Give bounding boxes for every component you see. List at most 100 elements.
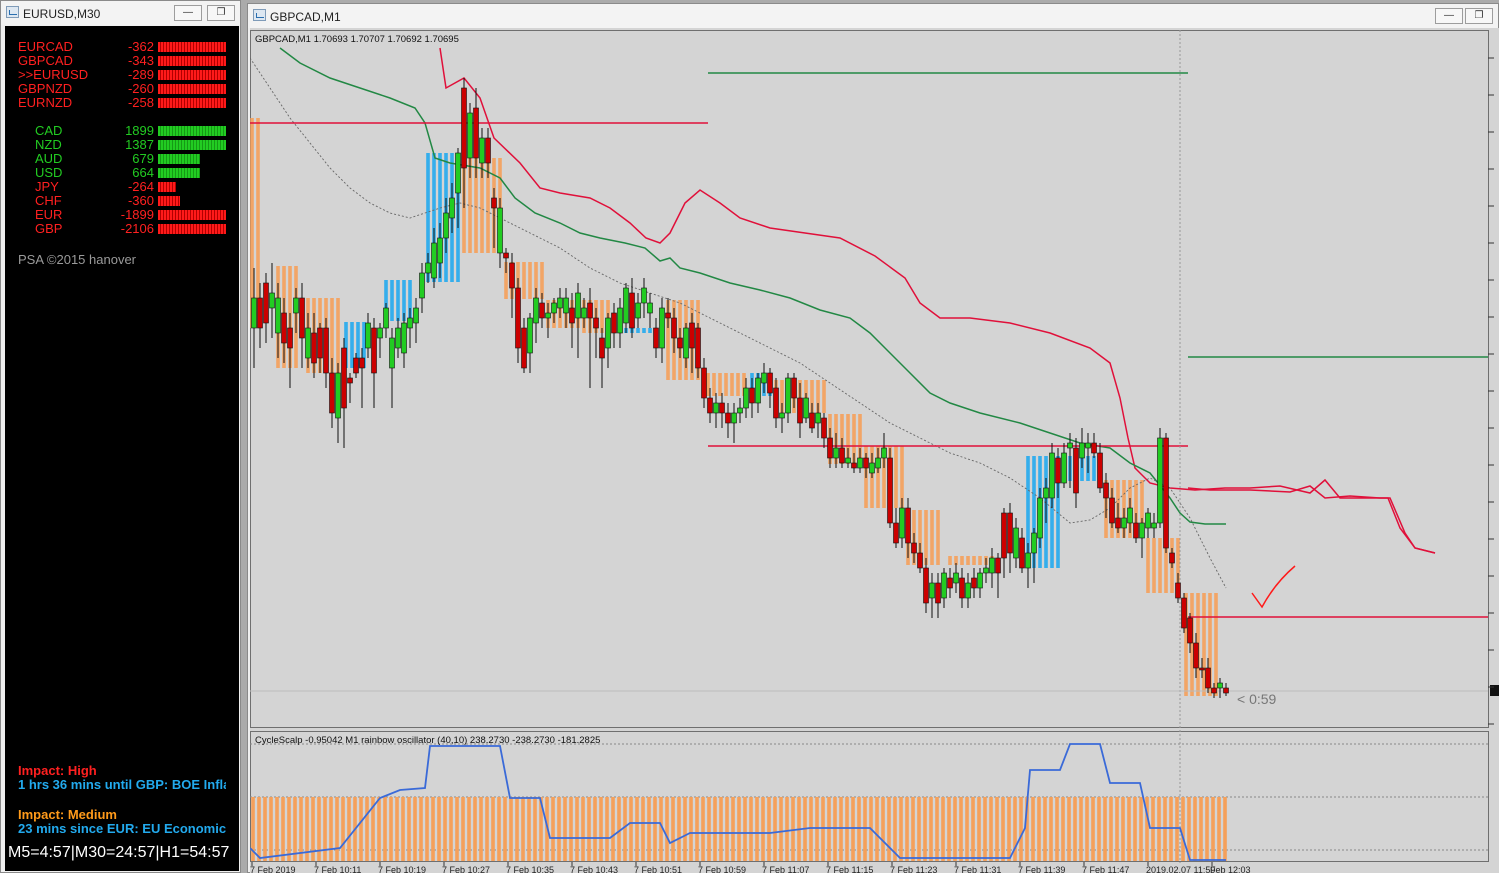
oscillator-bar — [395, 797, 399, 861]
candle-body — [779, 412, 785, 419]
oscillator-bar — [1163, 797, 1167, 861]
candle-body — [833, 447, 839, 459]
candle-body — [1061, 452, 1067, 484]
cycle-band-stripe — [966, 556, 970, 565]
candle-body — [593, 317, 599, 329]
candle-body — [449, 197, 455, 219]
oscillator-bar — [341, 797, 345, 861]
candle-body — [857, 457, 863, 469]
candle-body — [1055, 457, 1061, 484]
oscillator-header: CycleScalp -0.95042 M1 rainbow oscillato… — [255, 735, 600, 746]
cycle-band-stripe — [642, 328, 646, 333]
oscillator-bar — [1121, 797, 1125, 861]
candle-body — [611, 312, 617, 334]
time-axis-label: 2019.02.07 11:59 — [1146, 865, 1215, 873]
candle-body — [623, 287, 629, 324]
oscillator-bar — [791, 797, 795, 861]
oscillator-bar — [719, 797, 723, 861]
oscillator-bar — [1085, 797, 1089, 861]
news-high-label: Impact: High — [18, 763, 97, 778]
candle-body — [509, 262, 515, 289]
time-axis-label: 7 Feb 11:39 — [1018, 865, 1065, 873]
cycle-band-stripe — [390, 280, 394, 321]
oscillator-bar — [857, 797, 861, 861]
left-window-titlebar[interactable]: EURUSD,M30 — ❐ — [1, 1, 240, 25]
candle-body — [281, 312, 287, 344]
oscillator-bar — [1139, 797, 1143, 861]
oscillator-bar — [407, 797, 411, 861]
oscillator-bar — [1133, 797, 1137, 861]
restore-button[interactable]: ❐ — [1465, 8, 1493, 24]
candle-body — [881, 447, 887, 459]
candle-body — [845, 457, 851, 464]
oscillator-bar — [935, 797, 939, 861]
candle-body — [743, 387, 749, 409]
strength-name: EUR — [35, 207, 63, 222]
oscillator-bar — [413, 797, 417, 861]
candle-body — [1169, 552, 1175, 564]
strength-value: -258 — [127, 95, 154, 110]
candle-body — [899, 507, 905, 539]
candle-body — [701, 367, 707, 399]
oscillator-bar — [293, 797, 297, 861]
oscillator-bar — [701, 797, 705, 861]
left-chart-window[interactable]: EURUSD,M30 — ❐ EURCAD -362 GBPCAD -343 >>EUR… — [0, 0, 241, 873]
candle-body — [641, 287, 647, 304]
candle-body — [251, 297, 257, 329]
minimize-button[interactable]: — — [174, 5, 202, 21]
oscillator-bar — [1181, 797, 1185, 861]
restore-button[interactable]: ❐ — [207, 5, 235, 21]
oscillator-bar — [773, 797, 777, 861]
candle-body — [1217, 682, 1223, 689]
cycle-band-stripe — [712, 373, 716, 396]
candle-body — [965, 582, 971, 599]
oscillator-bar — [821, 797, 825, 861]
cycle-band-stripe — [336, 298, 340, 373]
candle-body — [473, 107, 479, 159]
oscillator-bar — [1061, 797, 1065, 861]
candle-body — [341, 347, 347, 409]
oscillator-bar — [983, 797, 987, 861]
candle-body — [317, 327, 323, 359]
candle-body — [365, 322, 371, 349]
cycle-band-stripe — [648, 328, 652, 333]
oscillator-bar — [569, 797, 573, 861]
oscillator-bar — [683, 797, 687, 861]
candle-body — [731, 412, 737, 424]
oscillator-bar — [665, 797, 669, 861]
cycle-band-stripe — [256, 118, 260, 328]
strength-value: -2106 — [120, 221, 154, 236]
candle-body — [941, 572, 947, 599]
candle-body — [1007, 512, 1013, 554]
candle-body — [923, 567, 929, 604]
price-chart[interactable]: GBPCAD,M1 1.70693 1.70707 1.70692 1.7069… — [250, 28, 1499, 873]
candle-body — [437, 237, 443, 264]
candle-body — [1163, 437, 1169, 549]
strength-value: 1387 — [125, 137, 154, 152]
main-window-titlebar[interactable]: GBPCAD,M1 — ❐ — [248, 4, 1498, 28]
oscillator-bar — [953, 797, 957, 861]
candle-body — [299, 297, 305, 339]
candle-body — [407, 317, 413, 329]
cycle-band-stripe — [1214, 593, 1218, 696]
oscillator-bar — [1043, 797, 1047, 861]
oscillator-bar — [1103, 797, 1107, 861]
strength-value: -360 — [127, 193, 154, 208]
time-axis-label: 7 Feb 11:07 — [762, 865, 809, 873]
oscillator-bar — [671, 797, 675, 861]
minimize-button[interactable]: — — [1435, 8, 1463, 24]
candle-body — [1013, 527, 1019, 559]
candle-body — [983, 567, 989, 574]
cycle-band-stripe — [936, 510, 940, 565]
oscillator-bar — [515, 797, 519, 861]
time-axis-label: 7 Feb 10:11 — [314, 865, 361, 873]
candle-body — [557, 297, 563, 309]
candle-body — [785, 377, 791, 414]
candle-body — [863, 457, 869, 469]
oscillator-bar — [941, 797, 945, 861]
strength-bar — [158, 224, 226, 234]
oscillator-bar — [881, 797, 885, 861]
candle-body — [803, 397, 809, 419]
candle-body — [347, 377, 353, 384]
oscillator-bar — [917, 797, 921, 861]
